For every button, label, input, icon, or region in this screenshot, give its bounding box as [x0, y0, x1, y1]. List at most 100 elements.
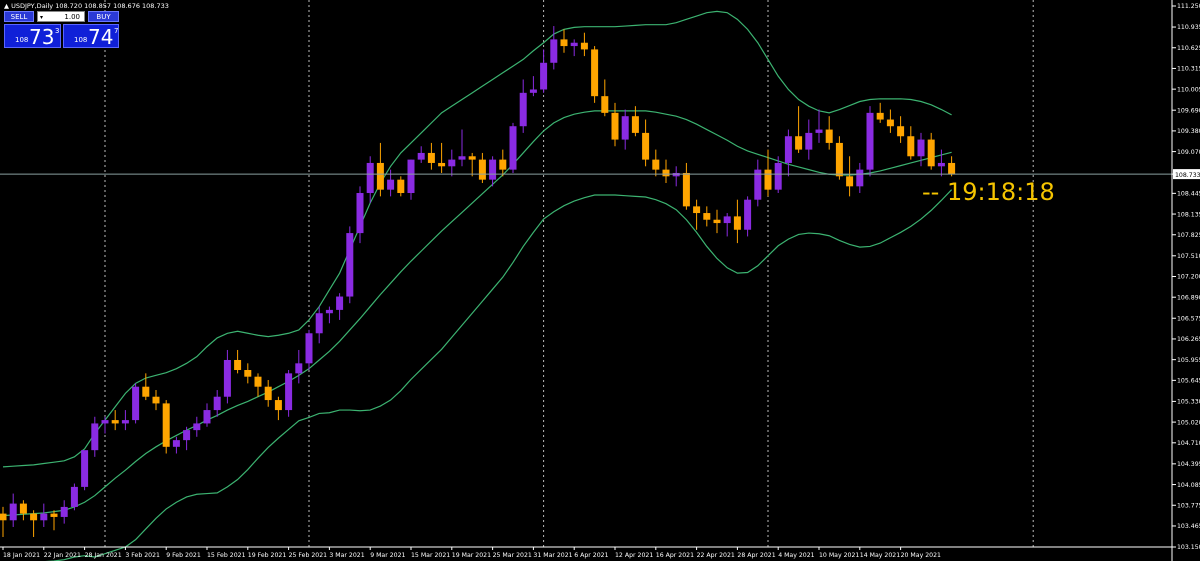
- date-tick-label: 19 Mar 2021: [452, 552, 491, 559]
- candle-body: [805, 132, 813, 150]
- candle-body: [30, 513, 38, 521]
- candle-body: [672, 172, 680, 177]
- candle-body: [356, 193, 364, 234]
- candle-body: [784, 136, 792, 163]
- chart-background: [0, 0, 1200, 561]
- candle-body: [529, 89, 537, 93]
- sell-button[interactable]: SELL: [4, 11, 34, 22]
- candle-body: [886, 119, 894, 127]
- price-tick-label: 110.625: [1177, 45, 1200, 52]
- candle-body: [101, 420, 109, 424]
- chevron-down-icon[interactable]: ▾: [40, 12, 43, 23]
- candle-body: [417, 152, 425, 160]
- candle-body: [121, 420, 129, 424]
- candle-body: [682, 172, 690, 207]
- price-tick-label: 108.135: [1177, 211, 1200, 218]
- candle-body: [264, 386, 272, 401]
- candle-body: [407, 159, 415, 194]
- buy-button[interactable]: BUY: [88, 11, 119, 22]
- date-tick-label: 22 Jan 2021: [44, 552, 81, 559]
- candle-body: [580, 42, 588, 50]
- candle-body: [448, 159, 456, 167]
- date-tick-label: 3 Feb 2021: [125, 552, 160, 559]
- candle-body: [499, 159, 507, 170]
- candle-body: [652, 159, 660, 170]
- price-chart[interactable]: 111.250 110.935 110.625 110.315 110.005 109.6…: [0, 0, 1200, 561]
- price-tick-label: 103.150: [1177, 544, 1200, 551]
- buy-price-fraction: 7: [114, 27, 119, 35]
- candle-body: [397, 179, 405, 194]
- candle-body: [223, 359, 231, 397]
- buy-price-pips: 74: [88, 25, 114, 49]
- candle-countdown: -- 19:18:18: [922, 178, 1055, 206]
- candle-body: [703, 213, 711, 220]
- price-tick-label: 105.020: [1177, 419, 1200, 426]
- candle-body: [937, 162, 945, 167]
- candle-body: [907, 136, 915, 157]
- buy-price-box[interactable]: 108 74 7: [63, 24, 119, 49]
- date-tick-label: 9 Feb 2021: [166, 552, 201, 559]
- candle-body: [744, 199, 752, 230]
- candle-body: [142, 386, 150, 397]
- candle-body: [621, 116, 629, 140]
- candle-body: [478, 159, 486, 180]
- date-tick-label: 19 Feb 2021: [248, 552, 287, 559]
- buy-price-prefix: 108: [74, 36, 88, 44]
- date-tick-label: 15 Feb 2021: [207, 552, 246, 559]
- candle-body: [774, 162, 782, 190]
- candle-body: [570, 42, 578, 47]
- candle-body: [19, 503, 27, 514]
- lot-size-input[interactable]: ▾ 1.00: [37, 11, 85, 22]
- candle-body: [203, 410, 211, 424]
- date-tick-label: 28 Jan 2021: [85, 552, 122, 559]
- candle-body: [427, 152, 435, 163]
- symbol-title: ▲ USDJPY,Daily 108.720 108.857 108.676 1…: [4, 2, 169, 10]
- candle-body: [346, 233, 354, 297]
- candle-body: [336, 296, 344, 310]
- candle-body: [152, 396, 160, 404]
- price-tick-label: 110.935: [1177, 24, 1200, 31]
- candle-body: [244, 370, 252, 377]
- date-tick-label: 4 May 2021: [778, 552, 814, 559]
- candle-body: [540, 62, 548, 90]
- date-tick-label: 31 Mar 2021: [533, 552, 572, 559]
- date-tick-label: 16 Apr 2021: [656, 552, 694, 559]
- date-tick-label: 22 Apr 2021: [697, 552, 735, 559]
- candle-body: [560, 39, 568, 47]
- price-tick-label: 103.465: [1177, 523, 1200, 530]
- price-tick-label: 105.645: [1177, 378, 1200, 385]
- candle-body: [254, 376, 262, 387]
- candle-body: [815, 129, 823, 133]
- sell-price-prefix: 108: [15, 36, 29, 44]
- price-tick-label: 105.955: [1177, 357, 1200, 364]
- price-tick-label: 107.510: [1177, 253, 1200, 260]
- date-tick-label: 12 Apr 2021: [615, 552, 653, 559]
- lot-size-value: 1.00: [64, 13, 80, 21]
- candle-body: [132, 386, 140, 421]
- candle-body: [856, 169, 864, 187]
- candle-body: [876, 112, 884, 120]
- candle-body: [601, 96, 609, 113]
- candle-body: [927, 139, 935, 167]
- price-tick-label: 104.710: [1177, 440, 1200, 447]
- price-tick-label: 104.395: [1177, 461, 1200, 468]
- price-tick-label: 106.890: [1177, 294, 1200, 301]
- candle-body: [917, 139, 925, 157]
- price-tick-label: 107.200: [1177, 274, 1200, 281]
- price-tick-label: 107.825: [1177, 232, 1200, 239]
- date-tick-label: 18 Jan 2021: [3, 552, 40, 559]
- price-tick-label: 103.775: [1177, 502, 1200, 509]
- candle-body: [285, 373, 293, 411]
- candle-body: [662, 169, 670, 177]
- price-tick-label: 106.575: [1177, 315, 1200, 322]
- current-price-label: 108.733: [1175, 172, 1200, 179]
- price-tick-label: 110.005: [1177, 86, 1200, 93]
- one-click-trading-panel: SELL ▾ 1.00 BUY 108 73 3 108 74 7: [4, 11, 119, 49]
- candle-body: [162, 403, 170, 447]
- candle-body: [733, 216, 741, 230]
- candle-body: [825, 129, 833, 143]
- candle-body: [70, 486, 78, 507]
- price-tick-label: 109.380: [1177, 128, 1200, 135]
- sell-price-box[interactable]: 108 73 3: [4, 24, 61, 49]
- date-tick-label: 6 Apr 2021: [574, 552, 608, 559]
